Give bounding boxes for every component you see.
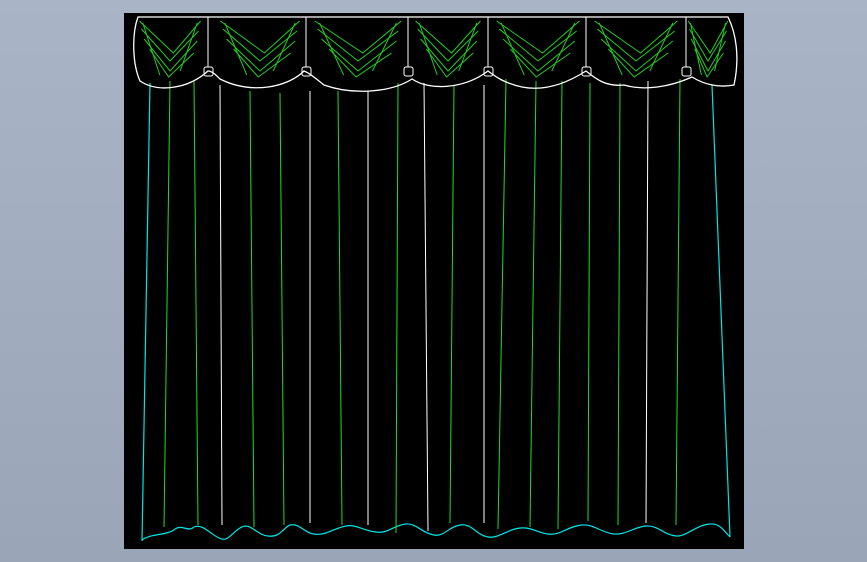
swag-fold-line bbox=[321, 38, 397, 72]
pleat-line bbox=[279, 92, 285, 526]
pleat-line bbox=[337, 90, 343, 526]
swag-fold-line bbox=[226, 38, 296, 72]
pleat-line bbox=[163, 80, 171, 528]
curtain-panel bbox=[141, 82, 731, 542]
swag-fold-line bbox=[319, 22, 345, 76]
pleat-line bbox=[645, 80, 649, 524]
cad-viewport[interactable] bbox=[0, 0, 867, 562]
swag-fold-line bbox=[143, 38, 198, 72]
pleat-line bbox=[617, 82, 621, 526]
swag-tie-knot bbox=[403, 66, 414, 77]
swag-fold-line bbox=[418, 22, 438, 76]
pleat-line bbox=[557, 80, 563, 530]
pleat-line bbox=[395, 82, 399, 534]
pleat-line bbox=[587, 82, 591, 522]
pleat-line bbox=[219, 84, 223, 526]
curtain-drawing bbox=[133, 16, 738, 542]
swag-fold-line bbox=[420, 38, 478, 72]
curtain-hem bbox=[141, 523, 731, 541]
panel-right-edge bbox=[711, 84, 731, 538]
pleat-line bbox=[423, 82, 429, 532]
swag-fold-line bbox=[500, 22, 525, 76]
swag-fold-line bbox=[142, 22, 161, 76]
pleat-line bbox=[529, 80, 537, 528]
swag-fold-line bbox=[598, 22, 623, 76]
swag-valance bbox=[133, 16, 738, 92]
pleat-line bbox=[193, 80, 199, 526]
swag-tie-knot bbox=[681, 66, 692, 77]
swag-fold-line bbox=[600, 38, 674, 72]
swag-fold-line bbox=[689, 22, 702, 76]
swag-fold-line bbox=[502, 38, 576, 72]
pleat-line bbox=[249, 90, 255, 528]
panel-left-edge bbox=[141, 82, 151, 542]
pleat-line bbox=[497, 78, 507, 530]
pleat-line bbox=[449, 84, 455, 524]
swag-fold-line bbox=[224, 22, 248, 76]
drawing-canvas[interactable] bbox=[124, 13, 744, 549]
valance-outline bbox=[133, 16, 738, 92]
curtain-pleats bbox=[163, 78, 681, 534]
pleat-line bbox=[675, 78, 681, 526]
